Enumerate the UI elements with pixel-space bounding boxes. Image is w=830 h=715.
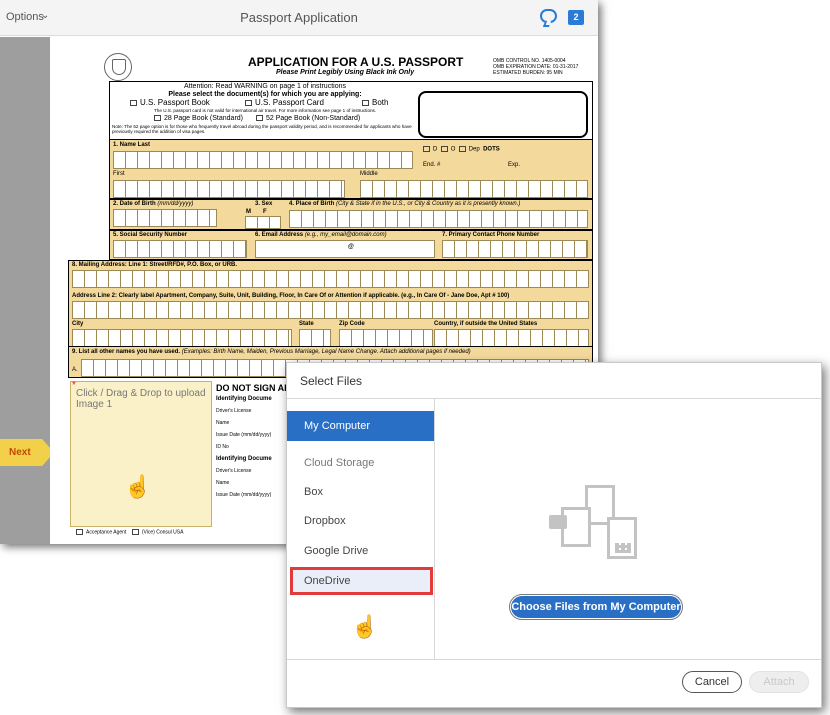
upload-prompt: Click / Drag & Drop to upload Image 1: [76, 388, 211, 410]
dob-field[interactable]: [113, 209, 217, 227]
sex-m: M: [246, 209, 251, 215]
contact-section: 5. Social Security Number 6. Email Addre…: [109, 230, 593, 260]
mail-line1-label: 8. Mailing Address: Line 1: Street/RFD#,…: [72, 262, 237, 268]
other-names-label: 9. List all other names you have used. (…: [72, 349, 471, 355]
email-field[interactable]: [255, 240, 435, 258]
page-option-note: Note: The 52 page option is for those wh…: [112, 124, 417, 134]
option-both[interactable]: Both: [362, 98, 388, 107]
city-field[interactable]: [72, 329, 292, 347]
pob-label: 4. Place of Birth (City & State if in th…: [289, 201, 520, 207]
option-28-page[interactable]: 28 Page Book (Standard): [154, 115, 243, 122]
files-illustration-icon: [549, 485, 649, 567]
document-title: Passport Application: [0, 10, 598, 25]
acceptance-agent-row: Acceptance Agent (Vice) Consul USA: [76, 529, 183, 535]
phone-label: 7. Primary Contact Phone Number: [442, 232, 539, 238]
email-label: 6. Email Address (e.g., my_email@domain.…: [255, 232, 387, 238]
sex-label: 3. Sex: [255, 201, 272, 207]
form-title: APPLICATION FOR A U.S. PASSPORT: [248, 55, 463, 69]
sex-field[interactable]: [245, 216, 281, 229]
cloud-storage-heading: Cloud Storage: [287, 448, 434, 478]
office-use: D O Dep DOTS: [423, 146, 500, 153]
email-at: @: [348, 244, 354, 250]
dialog-title: Select Files: [300, 374, 362, 388]
card-note: The U.S. passport card is not valid for …: [154, 108, 414, 113]
pob-field[interactable]: [289, 210, 588, 228]
option-52-page[interactable]: 52 Page Book (Non-Standard): [256, 115, 360, 122]
middle-name-label: Middle: [360, 171, 378, 177]
checkbox[interactable]: [132, 529, 139, 535]
checkbox[interactable]: [245, 100, 252, 106]
sex-f: F: [263, 209, 267, 215]
photo-area-box: [418, 91, 588, 138]
office-exp: Exp.: [508, 162, 520, 168]
ssn-field[interactable]: [113, 240, 247, 258]
checkbox[interactable]: [362, 100, 369, 106]
attach-button[interactable]: Attach: [749, 671, 809, 693]
ssn-label: 5. Social Security Number: [113, 232, 187, 238]
first-name-label: First: [113, 171, 125, 177]
identifying-documents: Identifying Docume Driver's License Name…: [216, 393, 296, 501]
checkbox[interactable]: [76, 529, 83, 535]
office-end: End. #: [423, 162, 440, 168]
source-my-computer[interactable]: My Computer: [287, 411, 434, 441]
do-not-sign-text: DO NOT SIGN AI: [216, 383, 287, 393]
screenshot-stage: Options ⌄ Passport Application 2 Next AP…: [0, 0, 830, 715]
country-field[interactable]: [434, 329, 589, 347]
source-box[interactable]: Box: [287, 477, 434, 507]
state-field[interactable]: [299, 329, 331, 347]
dialog-footer: Cancel Attach: [287, 659, 821, 709]
other-names-a: A.: [72, 367, 78, 373]
checkbox[interactable]: [130, 100, 137, 106]
mailing-section: 8. Mailing Address: Line 1: Street/RFD#,…: [68, 260, 593, 360]
attention-text: Attention: Read WARNING on page 1 of ins…: [110, 83, 420, 99]
option-passport-book[interactable]: U.S. Passport Book: [130, 98, 210, 107]
zip-field[interactable]: [339, 329, 433, 347]
us-seal-icon: [104, 53, 132, 81]
source-google-drive[interactable]: Google Drive: [287, 536, 434, 566]
mail-line1-field[interactable]: [72, 270, 589, 288]
first-name-field[interactable]: [113, 180, 345, 198]
source-list: My Computer Cloud Storage Box Dropbox Go…: [287, 399, 435, 659]
mail-line2-label: Address Line 2: Clearly label Apartment,…: [72, 293, 509, 299]
name-label: 1. Name Last: [113, 142, 150, 148]
select-files-dialog: Select Files My Computer Cloud Storage B…: [286, 362, 822, 708]
mail-line2-field[interactable]: [72, 301, 589, 319]
middle-name-field[interactable]: [360, 180, 588, 198]
dialog-header: Select Files: [287, 363, 821, 399]
source-onedrive[interactable]: OneDrive: [290, 567, 433, 595]
zip-label: Zip Code: [339, 321, 365, 327]
country-label: Country, if outside the United States: [434, 321, 537, 327]
city-label: City: [72, 321, 83, 327]
form-subtitle: Please Print Legibly Using Black Ink Onl…: [276, 69, 414, 76]
checkbox[interactable]: [256, 115, 263, 121]
cancel-button[interactable]: Cancel: [682, 671, 742, 693]
hand-cursor-icon: ☝: [351, 614, 378, 640]
choose-files-button[interactable]: Choose Files from My Computer: [511, 596, 681, 618]
option-passport-card[interactable]: U.S. Passport Card: [245, 98, 324, 107]
state-label: State: [299, 321, 314, 327]
page-count-badge[interactable]: 2: [568, 10, 584, 25]
last-name-field[interactable]: [113, 151, 413, 169]
birth-section: 2. Date of Birth (mm/dd/yyyy) 3. Sex M F…: [109, 199, 593, 230]
source-dropbox[interactable]: Dropbox: [287, 506, 434, 536]
comment-icon[interactable]: [540, 9, 557, 23]
phone-field[interactable]: [442, 240, 588, 258]
checkbox[interactable]: [154, 115, 161, 121]
hand-cursor-icon: ☝: [124, 474, 151, 500]
omb-info: OMB CONTROL NO. 1405-0004 OMB EXPIRATION…: [493, 58, 578, 76]
left-gutter: [0, 37, 50, 544]
dob-label: 2. Date of Birth (mm/dd/yyyy): [113, 201, 193, 207]
viewer-toolbar: Options ⌄ Passport Application 2: [0, 0, 598, 36]
name-section: 1. Name Last D O Dep DOTS End. # Exp. Fi…: [109, 139, 593, 199]
